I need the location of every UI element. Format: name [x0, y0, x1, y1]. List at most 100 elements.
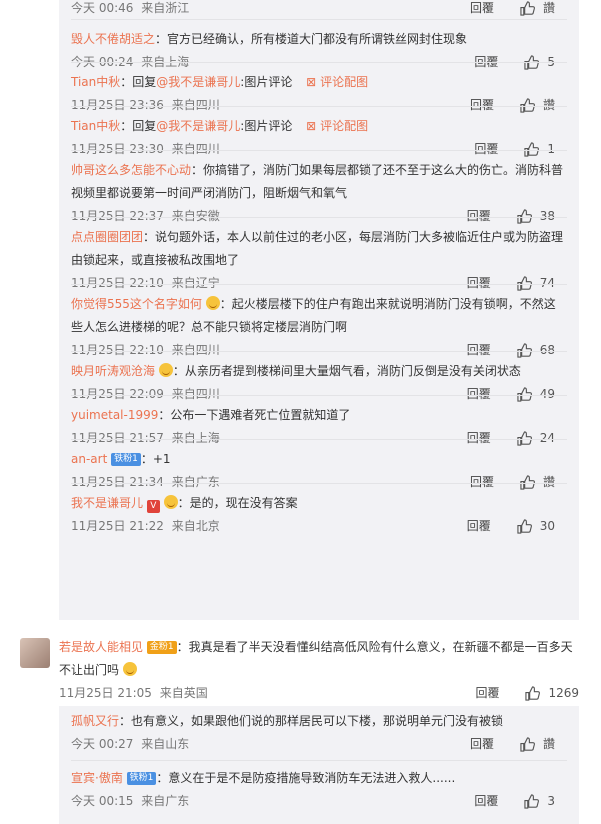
like-count: 讚 [542, 737, 555, 751]
reply-author[interactable]: yuimetal-1999 [71, 408, 158, 422]
reply-item: 宣宾·傲南 铁粉1 ：意义在于是不是防疫措施导致消防车无法进入救人...... 今… [59, 760, 579, 816]
comment-author[interactable]: 若是故人能相见 [59, 640, 143, 654]
reply-button[interactable]: 回覆 [467, 515, 491, 537]
reply-item: 你觉得555这个名字如何 ：起火楼层楼下的住户有跑出来就说明消防门没有锁啊，不然… [59, 284, 579, 358]
reply-content: Tian中秋：回复@我不是谦哥儿:图片评论 ⊠ 评论配图 [71, 71, 567, 94]
reply-time: 今天 00:15 [71, 794, 134, 808]
reply-author[interactable]: 宣宾·傲南 [71, 771, 123, 785]
reply-actions: 回覆 讚 [470, 733, 555, 755]
reply-mention[interactable]: @我不是谦哥儿 [156, 75, 240, 89]
reply-item: 毁人不倦胡适之：官方已经确认，所有楼道大门都没有所谓铁丝网封住现象 今天 00:… [59, 19, 579, 70]
reply-time: 11月25日 21:22 [71, 519, 164, 533]
reply-suffix: :图片评论 [240, 119, 293, 133]
reply-author[interactable]: Tian中秋 [71, 75, 120, 89]
reply-button[interactable]: 回覆 [470, 0, 494, 19]
reply-item: 我不是谦哥儿 V ：是的，现在没有答案 11月25日 21:22 来自北京 回覆… [59, 483, 579, 534]
reply-content: 毁人不倦胡适之：官方已经确认，所有楼道大门都没有所谓铁丝网封住现象 [71, 28, 567, 51]
reply-content: 我不是谦哥儿 V ：是的，现在没有答案 [71, 492, 567, 515]
reply-author[interactable]: an-art [71, 452, 107, 466]
reply-text: ：是的，现在没有答案 [177, 496, 298, 510]
reply-content: Tian中秋：回复@我不是谦哥儿:图片评论 ⊠ 评论配图 [71, 115, 567, 138]
comment-time: 11月25日 21:05 [59, 686, 152, 700]
reply-button[interactable]: 回覆 [470, 733, 494, 755]
reply-mention[interactable]: @我不是谦哥儿 [156, 119, 240, 133]
thumbs-up-icon [524, 793, 540, 809]
reply-text: ：也有意义，如果跟他们说的那样居民可以下楼，那说明单元门没有被锁 [119, 714, 504, 728]
like-count: 1269 [548, 686, 579, 700]
reply-text: ：意义在于是不是防疫措施导致消防车无法进入救人...... [156, 771, 456, 785]
like-button[interactable]: 讚 [520, 0, 555, 19]
laugh-emoji-icon [163, 495, 178, 509]
reply-location: 来自浙江 [141, 1, 190, 15]
reply-location: 来自北京 [171, 519, 220, 533]
reply-item: Tian中秋：回复@我不是谦哥儿:图片评论 ⊠ 评论配图 11月25日 23:3… [59, 106, 579, 157]
reply-author[interactable]: 点点圈圈团团 [71, 230, 143, 244]
reply-author[interactable]: 我不是谦哥儿 [71, 496, 143, 510]
reply-author[interactable]: 孤帆又行 [71, 714, 119, 728]
comment-image-link[interactable]: ⊠ 评论配图 [306, 75, 368, 89]
reply-time: 今天 00:27 [71, 737, 134, 751]
reply-content: yuimetal-1999：公布一下遇难者死亡位置就知道了 [71, 404, 567, 427]
like-count: 讚 [542, 1, 555, 15]
reply-meta: 11月25日 21:22 来自北京 回覆 30 [71, 515, 567, 537]
reply-button[interactable]: 回覆 [474, 790, 498, 812]
fan-badge: 金粉1 [146, 641, 177, 654]
verified-v-icon: V [146, 500, 160, 513]
like-count: 3 [547, 794, 555, 808]
image-icon: ⊠ [306, 119, 317, 133]
reply-item: 映月听涛观沧海 ：从亲历者提到楼梯间里大量烟气看，消防门反倒是没有关闭状态 11… [59, 351, 579, 402]
reply-text: ：回复 [120, 119, 157, 133]
reply-author[interactable]: Tian中秋 [71, 119, 120, 133]
laugh-emoji-icon [158, 363, 173, 377]
reply-block-1: 今天 00:46 来自浙江 回覆 讚 毁人不倦胡适之：官方已经确认，所有楼道大门… [59, 0, 579, 620]
reply-item: 点点圈圈团团：说句题外话，本人以前住过的老小区，每层消防门大多被临近住户或为防盗… [59, 217, 579, 291]
reply-author[interactable]: 毁人不倦胡适之 [71, 32, 155, 46]
like-button[interactable]: 1269 [525, 682, 579, 704]
reply-text: ：官方已经确认，所有楼道大门都没有所谓铁丝网封住现象 [155, 32, 468, 46]
comment-meta: 11月25日 21:05 来自英国 回覆 1269 [59, 682, 580, 704]
like-button[interactable]: 30 [517, 515, 555, 537]
reply-item: 今天 00:46 来自浙江 回覆 讚 [59, 0, 579, 19]
fan-badge: 铁粉1 [111, 453, 141, 466]
comment-image-link[interactable]: ⊠ 评论配图 [306, 119, 368, 133]
comment-content: 若是故人能相见 金粉1 ：我真是看了半天没看懂纠结高低风险有什么意义，在新疆不都是… [59, 636, 580, 682]
reply-content: 映月听涛观沧海 ：从亲历者提到楼梯间里大量烟气看，消防门反倒是没有关闭状态 [71, 360, 567, 383]
like-count: 30 [539, 519, 555, 533]
reply-actions: 回覆 3 [474, 790, 555, 812]
reply-author[interactable]: 你觉得555这个名字如何 [71, 297, 202, 311]
reply-content: 你觉得555这个名字如何 ：起火楼层楼下的住户有跑出来就说明消防门没有锁啊，不然… [71, 293, 567, 339]
reply-content: 宣宾·傲南 铁粉1 ：意义在于是不是防疫措施导致消防车无法进入救人...... [71, 767, 567, 790]
reply-text: ：从亲历者提到楼梯间里大量烟气看，消防门反倒是没有关闭状态 [172, 364, 521, 378]
image-icon: ⊠ [306, 75, 317, 89]
reply-location: 来自山东 [141, 737, 190, 751]
reply-item: 帅哥这么多怎能不心动：你搞错了，消防门如果每层都锁了还不至于这么大的伤亡。消防科… [59, 150, 579, 224]
avatar[interactable] [20, 638, 50, 668]
fan-badge: 铁粉1 [126, 772, 157, 785]
reply-content: 帅哥这么多怎能不心动：你搞错了，消防门如果每层都锁了还不至于这么大的伤亡。消防科… [71, 159, 567, 205]
reply-item: yuimetal-1999：公布一下遇难者死亡位置就知道了 11月25日 21:… [59, 395, 579, 446]
reply-block-2: 孤帆又行：也有意义，如果跟他们说的那样居民可以下楼，那说明单元门没有被锁 今天 … [59, 706, 579, 824]
thumbs-up-icon [520, 736, 535, 752]
sweat-emoji-icon [122, 662, 137, 676]
reply-item: 孤帆又行：也有意义，如果跟他们说的那样居民可以下楼，那说明单元门没有被锁 今天 … [59, 706, 579, 760]
reply-author[interactable]: 映月听涛观沧海 [71, 364, 155, 378]
comment-actions: 回覆 1269 [475, 682, 579, 704]
like-button[interactable]: 讚 [520, 733, 555, 755]
laugh-emoji-icon [205, 296, 220, 310]
reply-button[interactable]: 回覆 [475, 682, 499, 704]
reply-item: Tian中秋：回复@我不是谦哥儿:图片评论 ⊠ 评论配图 11月25日 23:3… [59, 62, 579, 113]
reply-author[interactable]: 帅哥这么多怎能不心动 [71, 163, 191, 177]
reply-actions: 回覆 30 [467, 515, 555, 537]
reply-text: ：说句题外话，本人以前住过的老小区，每层消防门大多被临近住户或为防盗理由锁起来，… [71, 230, 564, 267]
reply-meta: 今天 00:15 来自广东 回覆 3 [71, 790, 567, 812]
thumbs-up-icon [525, 685, 541, 701]
reply-content: an-art 铁粉1 ：+1 [71, 448, 567, 471]
comment-item: 若是故人能相见 金粉1 ：我真是看了半天没看懂纠结高低风险有什么意义，在新疆不都是… [20, 636, 580, 702]
reply-text: ：+1 [140, 452, 171, 466]
reply-location: 来自广东 [141, 794, 190, 808]
reply-time: 今天 00:46 [71, 1, 134, 15]
reply-text: ：回复 [120, 75, 157, 89]
like-button[interactable]: 3 [524, 790, 555, 812]
thumbs-up-icon [517, 518, 532, 534]
reply-content: 孤帆又行：也有意义，如果跟他们说的那样居民可以下楼，那说明单元门没有被锁 [71, 710, 567, 733]
